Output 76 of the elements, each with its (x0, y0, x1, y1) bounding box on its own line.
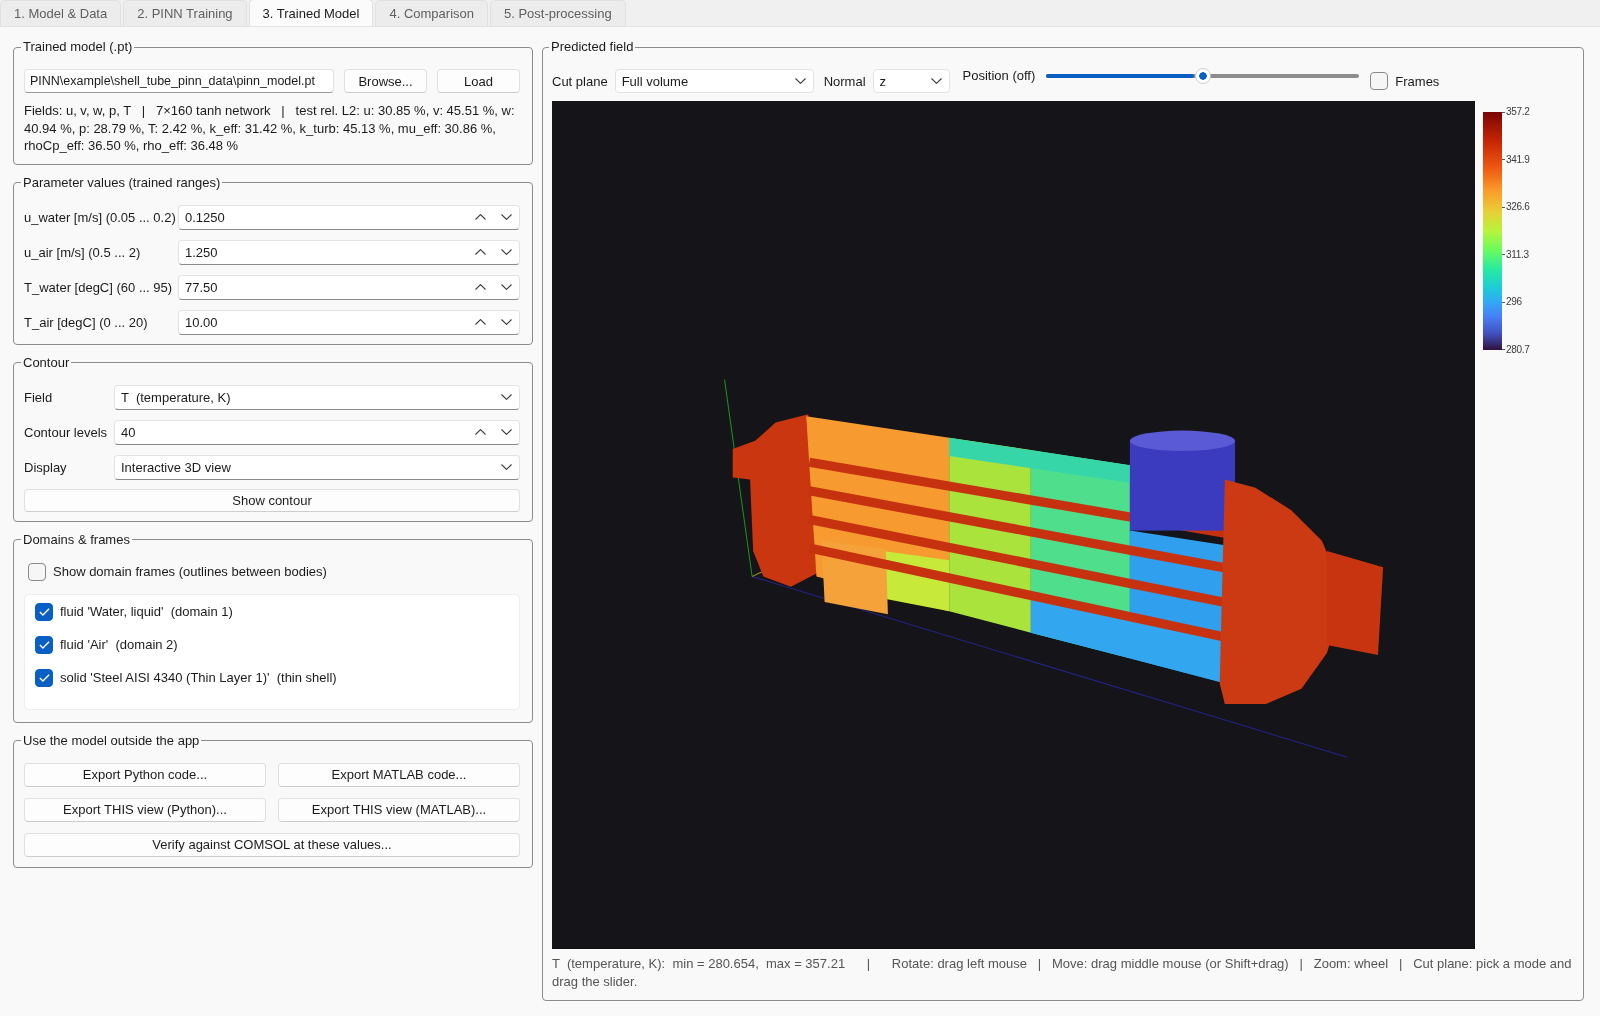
tab[interactable]: 3. Trained Model (248, 0, 374, 26)
colorbar-tick-label: 296 (1502, 296, 1530, 309)
dropdown[interactable]: Full volume (614, 69, 814, 93)
group-title: Use the model outside the app (22, 732, 201, 749)
chevron-down-icon (794, 78, 806, 84)
slider-label: Position (off) (962, 68, 1036, 83)
export-button[interactable]: Export Python code... (24, 762, 266, 787)
checkmark-icon (38, 640, 50, 649)
tab[interactable]: 4. Comparison (375, 0, 488, 26)
chevron-down-icon[interactable] (501, 214, 512, 220)
chevron-down-icon[interactable] (501, 249, 512, 255)
slider-thumb[interactable] (1194, 67, 1211, 84)
export-button[interactable]: Verify against COMSOL at these values... (24, 832, 520, 857)
checkbox-label[interactable]: fluid 'Air' (domain 2) (60, 637, 178, 652)
colorbar-tick-label: 311.3 (1502, 248, 1530, 261)
field-label: Cut plane (552, 73, 608, 89)
checkbox[interactable] (35, 635, 53, 654)
field-label: T_air [degC] (0 ... 20) (24, 314, 149, 330)
checkbox[interactable] (1370, 72, 1389, 90)
spin-box[interactable]: 1.250 (178, 239, 520, 265)
dropdown[interactable]: Interactive 3D view (114, 454, 520, 480)
load-button[interactable]: Load (437, 69, 520, 93)
tab[interactable]: 5. Post-processing (490, 0, 626, 26)
checkbox-label[interactable]: Frames (1395, 73, 1440, 89)
checkbox-label[interactable]: Show domain frames (outlines between bodies) (53, 564, 327, 579)
chevron-up-icon[interactable] (475, 249, 486, 255)
viewport-3d[interactable] (552, 101, 1475, 949)
field-label: Field (24, 389, 54, 405)
checkmark-icon (38, 673, 50, 682)
chevron-up-icon[interactable] (475, 284, 486, 290)
tab[interactable]: 2. PINN Training (123, 0, 247, 26)
checkbox-label[interactable]: solid 'Steel AISI 4340 (Thin Layer 1)' (thin shell) (60, 670, 337, 685)
chevron-down-icon[interactable] (501, 284, 512, 290)
model-info-text: Fields: u, v, w, p, T | 7×160 tanh network | test rel. L2: u: 30.85 %, v: 45.51 %, w: 40.94 %, p: 28.79 %, T: 2.42 %, k_eff: 31.42 %, k_turb: 45.13 %, mu_eff: 30.86 %, rhoCp_eff: 36.50 %, rho_eff: 36.48 % (24, 102, 516, 155)
checkbox[interactable] (35, 602, 53, 621)
chevron-down-icon (501, 464, 512, 470)
group-title: Predicted field (550, 39, 635, 55)
spin-box[interactable]: 0.1250 (178, 204, 520, 230)
group-title: Contour (22, 354, 71, 371)
checkmark-icon (38, 607, 50, 616)
dropdown[interactable]: z (872, 69, 950, 93)
checkbox[interactable] (28, 562, 46, 581)
chevron-up-icon[interactable] (475, 319, 486, 325)
colorbar-tick-label: 280.7 (1502, 343, 1530, 356)
field-label: T_water [degC] (60 ... 95) (24, 279, 174, 295)
chevron-down-icon[interactable] (501, 319, 512, 325)
status-text: T (temperature, K): min = 280.654, max = 357.21 | Rotate: drag left mouse | Move: drag middle mouse (or Shift+drag) | Zoom: wheel | Cut plane: pick a mode and drag the slider. (552, 955, 1573, 990)
group-title: Domains & frames (22, 531, 131, 548)
tab[interactable]: 1. Model & Data (0, 0, 122, 26)
field-label: Normal (823, 73, 866, 89)
show-contour-button[interactable]: Show contour (24, 488, 520, 512)
file-path-field[interactable]: PINN\example\shell_tube_pinn_data\pinn_model.pt (24, 69, 334, 93)
browse-button[interactable]: Browse... (344, 69, 427, 93)
chevron-up-icon[interactable] (475, 214, 486, 220)
chevron-down-icon (501, 394, 512, 400)
checkbox[interactable] (35, 668, 53, 687)
export-button[interactable]: Export THIS view (MATLAB)... (278, 797, 520, 822)
colorbar-tick-label: 357.2 (1502, 106, 1530, 118)
spin-box[interactable]: 40 (114, 419, 520, 445)
colorbar-tick-label: 341.9 (1502, 153, 1530, 166)
export-button[interactable]: Export THIS view (Python)... (24, 797, 266, 822)
field-label: u_air [m/s] (0.5 ... 2) (24, 244, 142, 260)
chevron-down-icon (930, 78, 942, 84)
chevron-up-icon[interactable] (475, 429, 486, 435)
spin-box[interactable]: 77.50 (178, 274, 520, 300)
field-label: u_water [m/s] (0.05 ... 0.2) (24, 209, 177, 225)
field-label: Display (24, 459, 68, 475)
chevron-down-icon[interactable] (501, 429, 512, 435)
checkbox-label[interactable]: fluid 'Water, liquid' (domain 1) (60, 604, 233, 619)
spin-box[interactable]: 10.00 (178, 309, 520, 335)
export-button[interactable]: Export MATLAB code... (278, 762, 520, 787)
dropdown[interactable]: T (temperature, K) (114, 384, 520, 410)
group-title: Trained model (.pt) (22, 39, 134, 55)
group-title: Parameter values (trained ranges) (22, 174, 222, 191)
field-label: Contour levels (24, 424, 109, 440)
colorbar-tick-label: 326.6 (1502, 201, 1530, 214)
